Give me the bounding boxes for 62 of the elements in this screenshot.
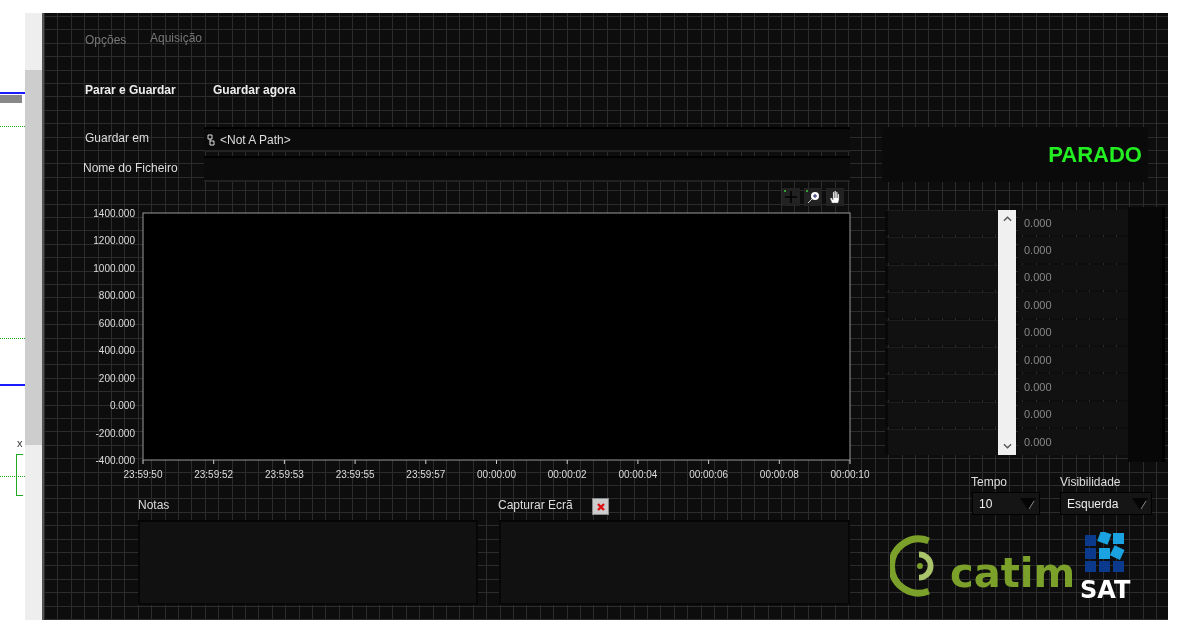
- x-tick-label: 23:59:57: [406, 469, 446, 480]
- y-tick-label: -200.000: [95, 427, 135, 439]
- x-icon: [595, 501, 606, 512]
- x-tick-label: 23:59:52: [194, 469, 234, 480]
- value-display: 0.000: [1018, 346, 1128, 373]
- action-button[interactable]: Guardar agora: [213, 83, 296, 97]
- field-label: Nome do Ficheiro: [83, 161, 178, 175]
- sat-logo-text: SAT: [1080, 578, 1131, 602]
- menu-tab[interactable]: Opções: [85, 33, 127, 47]
- visibility-dropdown[interactable]: Esquerda: [1060, 492, 1152, 515]
- x-tick-label: 00:00:06: [689, 469, 729, 480]
- blocks-logo-icon: [1084, 532, 1127, 574]
- tempo-dropdown[interactable]: 10: [972, 492, 1040, 515]
- notes-field[interactable]: [138, 520, 478, 605]
- action-button[interactable]: Parar e Guardar: [85, 83, 176, 97]
- wire-line: [0, 384, 25, 386]
- dropdown-label: Tempo: [971, 475, 1008, 489]
- terminal-label: x: [17, 437, 23, 449]
- wire-drawing: [0, 92, 25, 103]
- scrollbar[interactable]: [25, 13, 42, 620]
- hand-icon[interactable]: [826, 188, 844, 206]
- list-scrollbar[interactable]: [998, 210, 1016, 455]
- y-tick-label: 0.000: [109, 400, 135, 412]
- x-tick-label: 00:00:04: [618, 469, 658, 480]
- path-icon[interactable]: [207, 133, 215, 146]
- terminal-icon: [16, 454, 23, 496]
- x-tick-label: 00:00:08: [759, 469, 799, 480]
- checkbox-label: Capturar Ecrã: [498, 498, 573, 512]
- path-field[interactable]: <Not A Path>: [204, 127, 850, 152]
- y-tick-label: -400.000: [95, 455, 135, 466]
- x-tick-label: 23:59:55: [335, 469, 375, 480]
- value-display: 0.000: [1018, 210, 1128, 236]
- value-display: 0.000: [1018, 292, 1128, 318]
- value-display: 0.000: [1018, 264, 1128, 291]
- value-display: 0.000: [1018, 401, 1128, 428]
- x-tick-label: 23:59:50: [123, 469, 163, 480]
- dropdown-label: Visibilidade: [1060, 475, 1121, 489]
- value-display: 0.000: [1018, 319, 1128, 345]
- x-tick-label: 23:59:53: [264, 469, 304, 480]
- zoom-icon[interactable]: [804, 188, 822, 206]
- y-tick-label: 600.000: [98, 317, 135, 329]
- value-display: 0.000: [1018, 429, 1128, 455]
- x-tick-label: 00:00:10: [830, 469, 870, 480]
- y-tick-label: 800.000: [98, 290, 135, 302]
- y-tick-label: 200.000: [98, 372, 135, 384]
- y-tick-label: 1200.000: [93, 235, 135, 247]
- y-tick-label: 1000.000: [93, 262, 135, 274]
- capture-button[interactable]: [592, 498, 609, 515]
- scrollbar-thumb[interactable]: [25, 70, 42, 445]
- status-indicator: PARADO: [882, 127, 1148, 182]
- value-display: 0.000: [1018, 374, 1128, 400]
- x-tick-label: 00:00:00: [477, 469, 516, 480]
- x-tick-label: 00:00:02: [547, 469, 587, 480]
- value-display: 0.000: [1018, 237, 1128, 263]
- y-tick-label: 1400.000: [93, 208, 135, 219]
- field-label: Guardar em: [85, 131, 150, 145]
- dropdown-arrow-icon[interactable]: [1020, 497, 1036, 510]
- menu-tab[interactable]: Aquisição: [150, 31, 203, 45]
- catim-logo-text: catim: [950, 553, 1076, 593]
- field-label: Notas: [138, 498, 170, 512]
- dropdown-arrow-icon[interactable]: [1132, 497, 1148, 510]
- y-tick-label: 400.000: [98, 345, 135, 357]
